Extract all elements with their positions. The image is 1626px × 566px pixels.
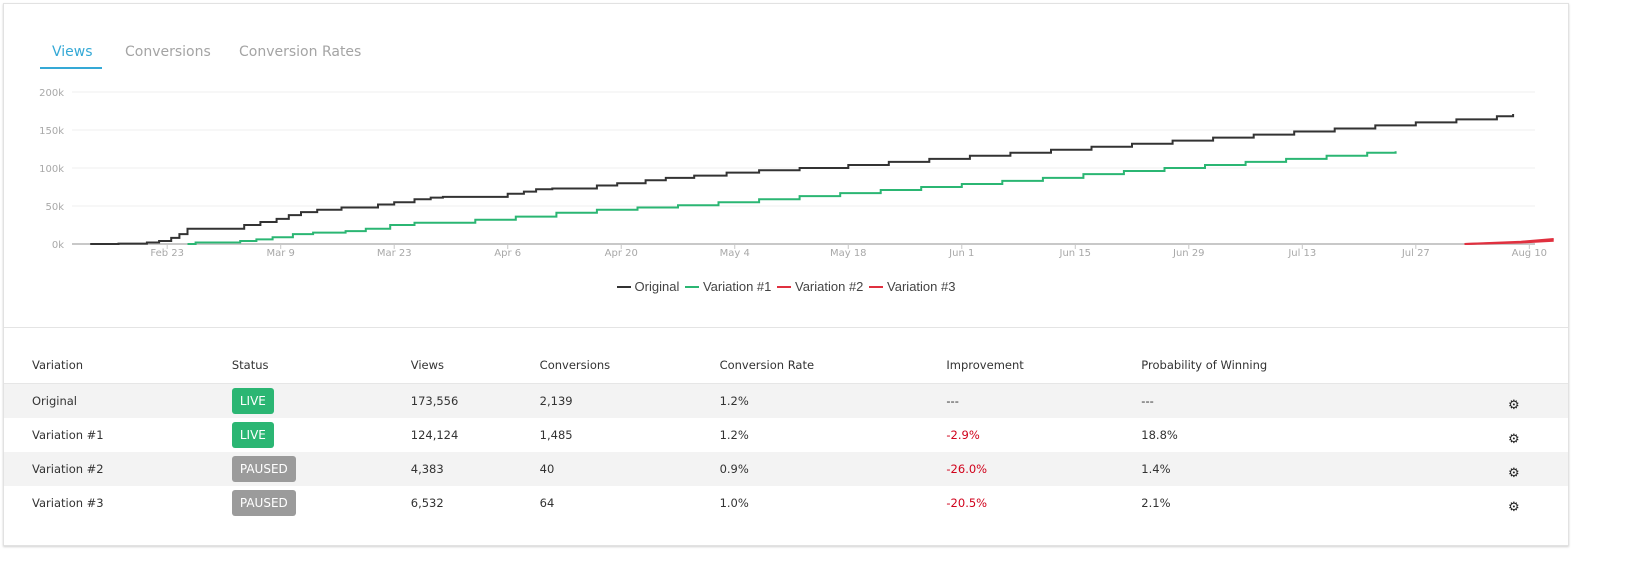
table-row: Variation #1 LIVE 124,124 1,485 1.2% -2.… (4, 418, 1568, 452)
status-badge[interactable]: LIVE (231, 422, 274, 448)
variation-name: Variation #1 (32, 428, 104, 442)
conversion-rate-value: 0.9% (719, 452, 947, 486)
column-header-conversion-rate: Conversion Rate (719, 347, 947, 384)
x-tick-label: Jun 1 (948, 248, 974, 259)
legend-swatch (869, 285, 884, 288)
column-header-probability: Probability of Winning (1141, 347, 1509, 384)
gear-icon[interactable]: ⚙ (1508, 432, 1520, 447)
y-tick-label: 200k (39, 88, 64, 99)
views-value: 124,124 (410, 428, 459, 442)
table-row: Original LIVE 173,556 2,139 1.2% --- ---… (4, 383, 1568, 418)
experiment-results-card: Views Conversions Conversion Rates 0k 50k… (3, 3, 1569, 546)
improvement-value: --- (946, 383, 1142, 418)
legend-item-original[interactable]: Original (616, 279, 679, 294)
column-header-conversions: Conversions (539, 347, 720, 384)
gear-icon[interactable]: ⚙ (1508, 466, 1520, 481)
views-value: 173,556 (410, 383, 540, 418)
legend-item-variation-3[interactable]: Variation #3 (869, 279, 955, 294)
probability-value: 18.8% (1141, 428, 1178, 442)
x-tick-label: Jul 27 (1401, 248, 1430, 259)
gear-icon[interactable]: ⚙ (1508, 500, 1520, 515)
status-badge[interactable]: PAUSED (231, 490, 296, 516)
series-line-original (90, 114, 1515, 245)
x-tick-label: May 4 (720, 248, 750, 259)
legend-item-variation-2[interactable]: Variation #2 (777, 279, 863, 294)
table-row: Variation #2 PAUSED 4,383 40 0.9% -26.0%… (4, 452, 1568, 486)
x-tick-label: Apr 6 (494, 248, 521, 259)
conversions-value: 40 (539, 452, 720, 486)
conversions-value: 64 (539, 496, 555, 510)
views-value: 6,532 (410, 496, 444, 510)
probability-value: 2.1% (1141, 496, 1171, 510)
column-header-status: Status (231, 347, 411, 384)
table-header-row: Variation Status Views Conversions Conve… (4, 347, 1568, 384)
views-chart: 0k 50k 100k 150k 200k Feb 23 Mar 9 Mar 23 Apr 6… (39, 88, 1554, 259)
improvement-value: -20.5% (946, 496, 988, 510)
column-header-actions (1508, 347, 1568, 384)
status-badge[interactable]: PAUSED (231, 456, 296, 482)
gear-icon[interactable]: ⚙ (1508, 398, 1520, 413)
variation-name: Variation #3 (32, 496, 104, 510)
legend-item-variation-1[interactable]: Variation #1 (684, 279, 771, 294)
column-header-improvement: Improvement (946, 347, 1142, 384)
variation-name: Variation #2 (4, 452, 232, 486)
probability-value: --- (1141, 383, 1509, 418)
x-tick-label: Apr 20 (605, 248, 638, 259)
improvement-value: -2.9% (946, 428, 980, 442)
table-row: Variation #3 PAUSED 6,532 64 1.0% -20.5%… (4, 486, 1568, 520)
x-tick-label: Aug 10 (1512, 248, 1547, 259)
y-tick-label: 50k (45, 202, 64, 213)
y-tick-label: 150k (39, 126, 64, 137)
conversions-value: 1,485 (539, 428, 573, 442)
column-header-views: Views (410, 347, 540, 384)
x-tick-label: Jul 13 (1287, 248, 1316, 259)
conversion-rate-value: 1.2% (719, 383, 947, 418)
legend-swatch (777, 285, 791, 288)
conversion-rate-value: 1.2% (719, 428, 749, 442)
probability-value: 1.4% (1141, 452, 1509, 486)
x-tick-label: Mar 9 (266, 248, 294, 259)
y-tick-label: 0k (52, 240, 64, 251)
chart-legend: Original Variation #1 Variation #2 Varia… (4, 279, 1568, 294)
legend-swatch (684, 285, 699, 288)
x-tick-label: Mar 23 (377, 248, 412, 259)
x-tick-label: Feb 23 (150, 248, 184, 259)
views-value: 4,383 (410, 452, 540, 486)
x-tick-label: May 18 (830, 248, 867, 259)
variation-name: Original (4, 383, 232, 418)
column-header-variation: Variation (4, 347, 232, 384)
status-badge[interactable]: LIVE (231, 388, 274, 414)
improvement-value: -26.0% (946, 452, 1142, 486)
conversion-rate-value: 1.0% (719, 496, 749, 510)
section-divider (4, 327, 1568, 328)
x-tick-label: Jun 29 (1172, 248, 1205, 259)
series-line-variation-1 (187, 151, 1397, 245)
conversions-value: 2,139 (539, 383, 720, 418)
variations-table: Variation Status Views Conversions Conve… (4, 347, 1568, 520)
y-tick-label: 100k (39, 164, 64, 175)
x-tick-label: Jun 15 (1059, 248, 1092, 259)
legend-swatch (616, 285, 631, 288)
